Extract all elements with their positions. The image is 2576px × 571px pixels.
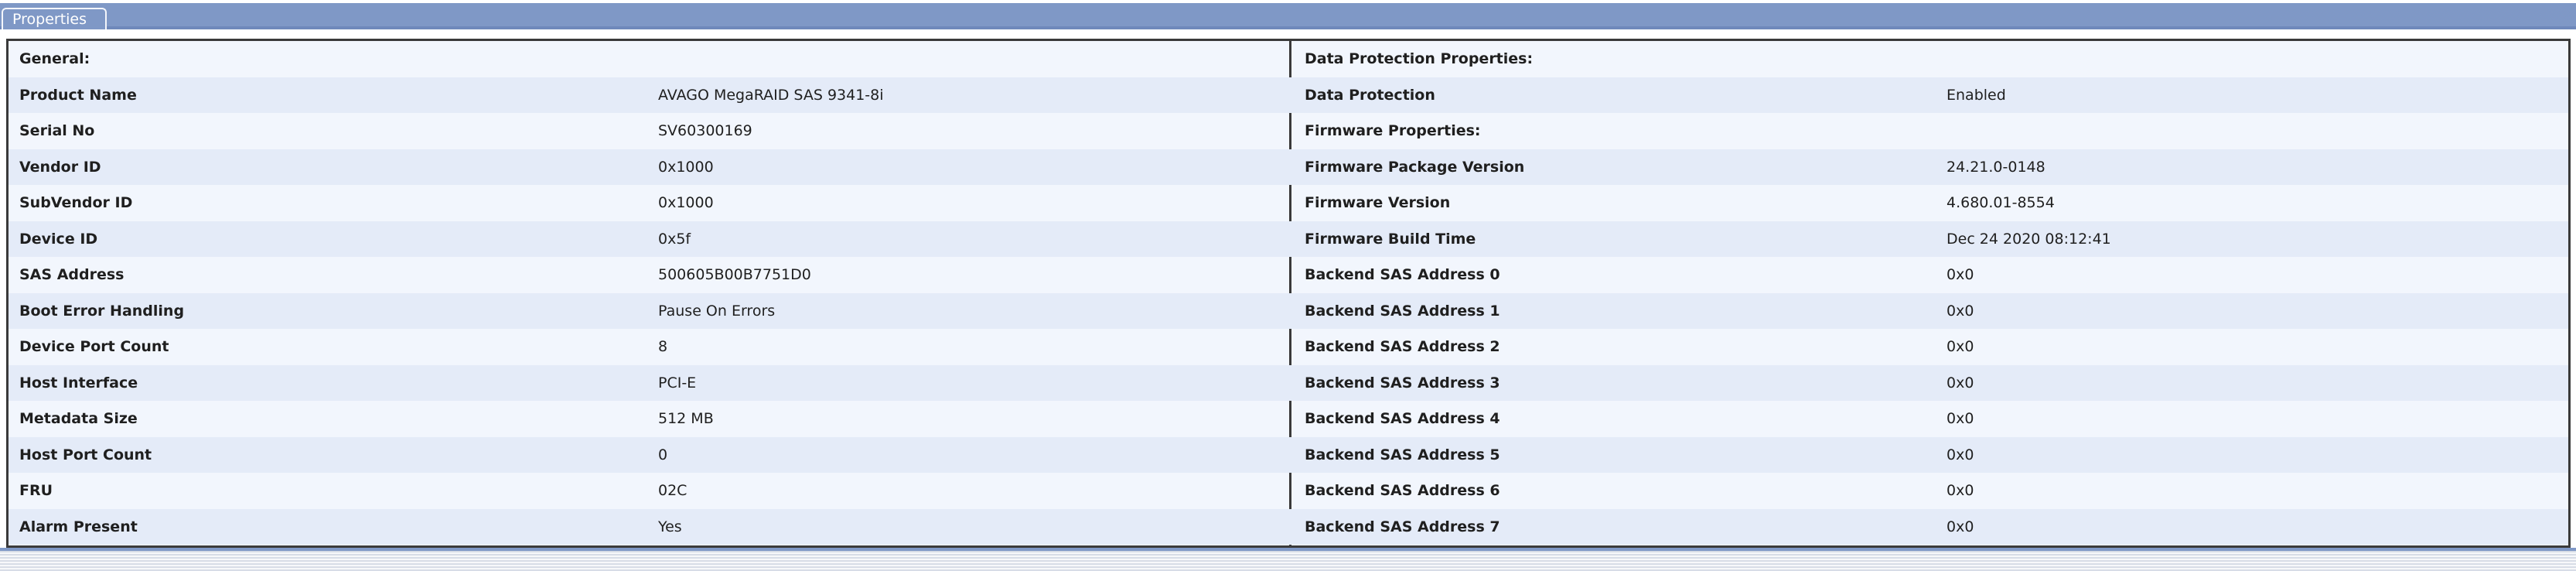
property-value: 4.680.01-8554 xyxy=(1947,194,2055,211)
property-key: Data Protection Properties: xyxy=(1305,50,1534,67)
property-value: 0 xyxy=(658,446,668,463)
property-key: Backend SAS Address 6 xyxy=(1305,482,1500,499)
property-value: 0x5f xyxy=(658,230,691,248)
property-row: Backend SAS Address 5 0x0 xyxy=(1289,436,2568,473)
resize-splitter[interactable] xyxy=(0,548,2576,571)
property-value: 500605B00B7751D0 xyxy=(658,266,811,283)
property-value: AVAGO MegaRAID SAS 9341-8i xyxy=(658,86,884,104)
property-key: Metadata Size xyxy=(19,410,138,427)
property-row: Backend SAS Address 7 0x0 xyxy=(1289,508,2568,545)
property-key: Backend SAS Address 7 xyxy=(1305,518,1500,535)
property-row: Metadata Size 512 MB xyxy=(9,401,1289,437)
property-row: Backend SAS Address 4 0x0 xyxy=(1289,401,2568,437)
panel-bottom-border xyxy=(0,548,2576,551)
property-key: Boot Error Handling xyxy=(19,302,185,320)
property-row: Boot Error Handling Pause On Errors xyxy=(9,292,1289,329)
property-row: Serial No SV60300169 xyxy=(9,113,1289,149)
general-properties-column: General: Product Name AVAGO MegaRAID SAS … xyxy=(9,41,1289,545)
property-row: SubVendor ID 0x1000 xyxy=(9,185,1289,221)
property-row: Backend SAS Address 6 0x0 xyxy=(1289,473,2568,509)
property-value: 0x0 xyxy=(1947,446,1974,463)
property-key: Alarm Present xyxy=(19,518,138,535)
property-value: 0x0 xyxy=(1947,302,1974,320)
property-value: Dec 24 2020 08:12:41 xyxy=(1947,230,2111,248)
property-key: Backend SAS Address 3 xyxy=(1305,374,1500,391)
property-row: Backend SAS Address 0 0x0 xyxy=(1289,257,2568,293)
property-row: SAS Address 500605B00B7751D0 xyxy=(9,257,1289,293)
property-key: Backend SAS Address 4 xyxy=(1305,410,1500,427)
property-key: Firmware Properties: xyxy=(1305,122,1481,139)
property-value: 512 MB xyxy=(658,410,714,427)
property-row: Host Interface PCI-E xyxy=(9,364,1289,401)
property-key: Product Name xyxy=(19,86,137,104)
property-value: 02C xyxy=(658,482,688,499)
property-row: Backend SAS Address 2 0x0 xyxy=(1289,329,2568,365)
property-key: Firmware Version xyxy=(1305,194,1451,211)
property-row: Firmware Package Version 24.21.0-0148 xyxy=(1289,149,2568,185)
property-value: 0x1000 xyxy=(658,194,714,211)
property-row: Host Port Count 0 xyxy=(9,436,1289,473)
property-row: Product Name AVAGO MegaRAID SAS 9341-8i xyxy=(9,77,1289,113)
property-value: 0x0 xyxy=(1947,266,1974,283)
property-value: Yes xyxy=(658,518,682,535)
property-value: 0x0 xyxy=(1947,482,1974,499)
property-value: 0x0 xyxy=(1947,518,1974,535)
property-key: General: xyxy=(19,50,90,67)
property-key: Firmware Package Version xyxy=(1305,158,1525,176)
property-key: SAS Address xyxy=(19,266,125,283)
property-key: Host Port Count xyxy=(19,446,152,463)
property-key: Backend SAS Address 1 xyxy=(1305,302,1500,320)
property-value: SV60300169 xyxy=(658,122,752,139)
property-key: FRU xyxy=(19,482,53,499)
properties-panel: General: Product Name AVAGO MegaRAID SAS … xyxy=(6,39,2571,548)
property-row: Device ID 0x5f xyxy=(9,221,1289,257)
property-row: Data Protection Enabled xyxy=(1289,77,2568,113)
property-key: Firmware Build Time xyxy=(1305,230,1476,248)
property-key: Backend SAS Address 2 xyxy=(1305,338,1500,355)
property-row: Firmware Build Time Dec 24 2020 08:12:41 xyxy=(1289,221,2568,257)
property-row: Vendor ID 0x1000 xyxy=(9,149,1289,185)
property-value: PCI-E xyxy=(658,374,697,391)
property-row: Firmware Version 4.680.01-8554 xyxy=(1289,185,2568,221)
property-key: Host Interface xyxy=(19,374,138,391)
property-value: 0x0 xyxy=(1947,338,1974,355)
property-row: FRU 02C xyxy=(9,473,1289,509)
property-value: 0x0 xyxy=(1947,410,1974,427)
property-value: 8 xyxy=(658,338,668,355)
tab-properties[interactable]: Properties xyxy=(2,8,107,29)
property-key: Device Port Count xyxy=(19,338,169,355)
property-row: Alarm Present Yes xyxy=(9,508,1289,545)
property-row: Backend SAS Address 1 0x0 xyxy=(1289,292,2568,329)
property-key: Backend SAS Address 5 xyxy=(1305,446,1500,463)
property-value: 0x0 xyxy=(1947,374,1974,391)
property-row: Backend SAS Address 3 0x0 xyxy=(1289,364,2568,401)
firmware-properties-column: Data Protection Properties: Data Protect… xyxy=(1289,41,2568,545)
property-key: Vendor ID xyxy=(19,158,101,176)
property-value: 0x1000 xyxy=(658,158,714,176)
property-key: Serial No xyxy=(19,122,95,139)
property-key: Data Protection xyxy=(1305,86,1435,104)
property-row: Firmware Properties: xyxy=(1289,113,2568,149)
properties-window: Properties General: Product Name AVAGO Me… xyxy=(0,0,2576,571)
property-key: Backend SAS Address 0 xyxy=(1305,266,1500,283)
tab-bar: Properties xyxy=(0,3,2576,29)
property-value: Pause On Errors xyxy=(658,302,776,320)
property-row: General: xyxy=(9,41,1289,77)
property-key: SubVendor ID xyxy=(19,194,133,211)
property-row: Data Protection Properties: xyxy=(1289,41,2568,77)
property-value: Enabled xyxy=(1947,86,2006,104)
property-key: Device ID xyxy=(19,230,98,248)
property-value: 24.21.0-0148 xyxy=(1947,158,2045,176)
property-row: Device Port Count 8 xyxy=(9,329,1289,365)
